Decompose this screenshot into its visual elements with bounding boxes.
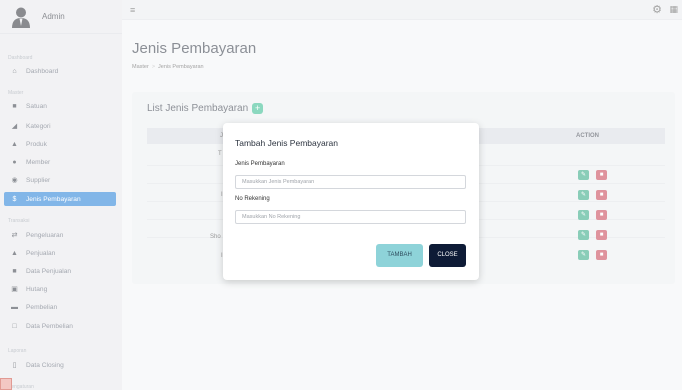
add-payment-type-modal: Tambah Jenis Pembayaran Jenis Pembayaran… [223, 123, 479, 280]
jenis-pembayaran-label: Jenis Pembayaran [235, 161, 285, 167]
jenis-pembayaran-input[interactable] [235, 175, 466, 189]
corner-indicator-icon [0, 378, 12, 390]
no-rekening-input[interactable] [235, 210, 466, 224]
close-button[interactable]: CLOSE [429, 244, 466, 267]
tambah-button[interactable]: TAMBAH [376, 244, 423, 267]
no-rekening-label: No Rekening [235, 196, 270, 202]
modal-title: Tambah Jenis Pembayaran [235, 138, 339, 148]
